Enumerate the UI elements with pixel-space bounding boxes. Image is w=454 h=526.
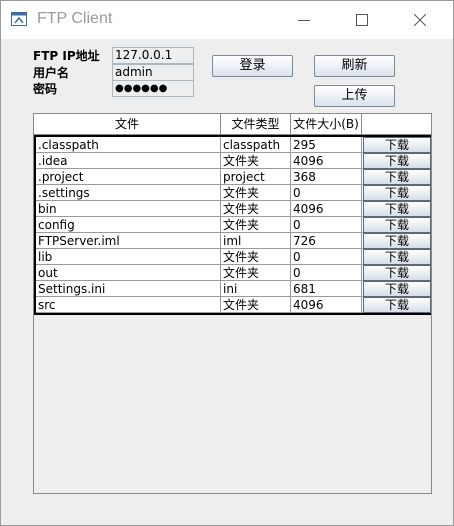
download-button[interactable]: 下载 [363,265,431,281]
minimize-icon [298,20,310,21]
ip-label: FTP IP地址 [33,49,100,63]
download-button[interactable]: 下载 [363,233,431,249]
file-type-cell: 文件夹 [221,265,291,281]
table-row[interactable]: config 文件夹 0 下载 [36,217,431,233]
download-button[interactable]: 下载 [363,185,431,201]
file-type-cell: 文件夹 [221,249,291,265]
file-name-cell: Settings.ini [36,281,221,297]
login-button[interactable]: 登录 [212,55,293,77]
column-header-size[interactable]: 文件大小(B) [291,114,362,134]
minimize-button[interactable] [275,1,333,39]
close-icon [414,14,426,26]
maximize-icon [356,14,368,26]
file-name-cell: out [36,265,221,281]
download-button[interactable]: 下载 [363,153,431,169]
table-body: .classpath classpath 295 下载 .idea 文件夹 4096 下载 .p… [34,135,431,315]
file-size-cell: 4096 [291,153,362,169]
table-row[interactable]: out 文件夹 0 下载 [36,265,431,281]
file-size-cell: 0 [291,217,362,233]
window-title: FTP Client [37,10,113,27]
file-type-cell: 文件夹 [221,217,291,233]
file-size-cell: 0 [291,265,362,281]
file-size-cell: 4096 [291,201,362,217]
file-size-cell: 726 [291,233,362,249]
table-row[interactable]: src 文件夹 4096 下载 [36,297,431,313]
file-size-cell: 0 [291,185,362,201]
file-name-cell: bin [36,201,221,217]
table-header: 文件 文件类型 文件大小(B) [34,114,431,135]
download-button[interactable]: 下载 [363,137,431,153]
table-row[interactable]: bin 文件夹 4096 下载 [36,201,431,217]
file-type-cell: project [221,169,291,185]
file-size-cell: 4096 [291,297,362,313]
table-row[interactable]: lib 文件夹 0 下载 [36,249,431,265]
app-window-icon [11,12,27,26]
file-size-cell: 368 [291,169,362,185]
file-name-cell: lib [36,249,221,265]
download-button[interactable]: 下载 [363,281,431,297]
file-name-cell: .project [36,169,221,185]
file-name-cell: .classpath [36,137,221,153]
file-type-cell: ini [221,281,291,297]
file-size-cell: 295 [291,137,362,153]
file-name-cell: .settings [36,185,221,201]
password-field[interactable]: ●●●●●● [112,80,194,97]
ftp-client-window: FTP Client FTP IP地址 127.0.0.1 用户名 admin … [0,0,454,526]
table-row[interactable]: .classpath classpath 295 下载 [36,137,431,153]
download-button[interactable]: 下载 [363,217,431,233]
file-name-cell: src [36,297,221,313]
file-name-cell: .idea [36,153,221,169]
file-size-cell: 0 [291,249,362,265]
table-row[interactable]: .project project 368 下载 [36,169,431,185]
file-name-cell: config [36,217,221,233]
file-type-cell: 文件夹 [221,185,291,201]
column-header-type[interactable]: 文件类型 [221,114,291,134]
refresh-button[interactable]: 刷新 [314,55,395,77]
file-type-cell: classpath [221,137,291,153]
column-header-file[interactable]: 文件 [34,114,221,134]
download-button[interactable]: 下载 [363,249,431,265]
file-type-cell: 文件夹 [221,297,291,313]
file-table[interactable]: 文件 文件类型 文件大小(B) .classpath classpath 295 下载… [33,113,432,494]
table-row[interactable]: Settings.ini ini 681 下载 [36,281,431,297]
download-button[interactable]: 下载 [363,169,431,185]
table-row[interactable]: .idea 文件夹 4096 下载 [36,153,431,169]
maximize-button[interactable] [333,1,391,39]
table-row[interactable]: FTPServer.iml iml 726 下载 [36,233,431,249]
download-button[interactable]: 下载 [363,297,431,313]
title-bar[interactable]: FTP Client [1,1,453,39]
file-size-cell: 681 [291,281,362,297]
file-type-cell: iml [221,233,291,249]
username-label: 用户名 [33,66,70,80]
download-button[interactable]: 下载 [363,201,431,217]
username-field[interactable]: admin [112,64,194,81]
file-name-cell: FTPServer.iml [36,233,221,249]
upload-button[interactable]: 上传 [314,85,395,107]
column-header-action[interactable] [362,114,431,134]
file-type-cell: 文件夹 [221,201,291,217]
password-label: 密码 [33,82,58,96]
file-type-cell: 文件夹 [221,153,291,169]
table-row[interactable]: .settings 文件夹 0 下载 [36,185,431,201]
close-button[interactable] [391,1,449,39]
ip-field[interactable]: 127.0.0.1 [112,47,194,64]
